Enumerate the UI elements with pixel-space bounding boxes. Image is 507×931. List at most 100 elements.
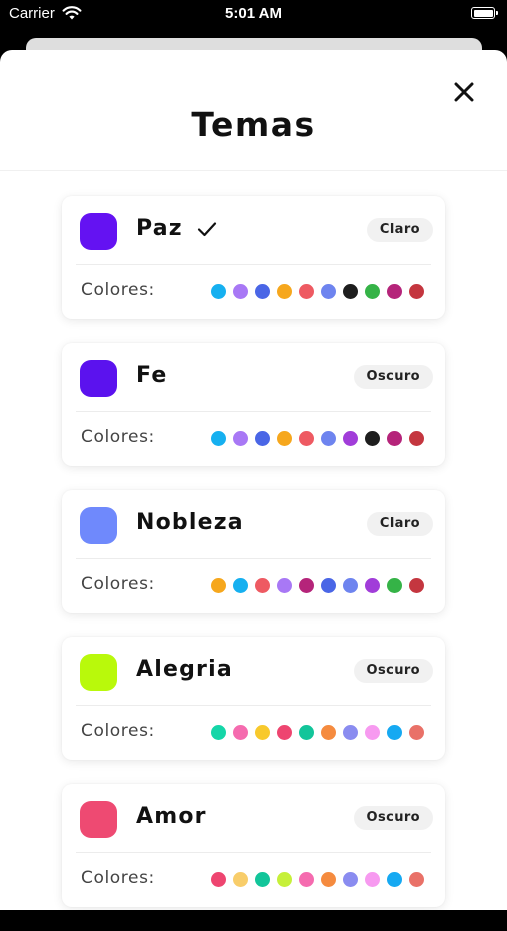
- close-button[interactable]: [448, 76, 480, 108]
- color-dot: [233, 725, 248, 740]
- mode-badge: Oscuro: [353, 659, 433, 683]
- theme-name: Nobleza: [136, 508, 244, 538]
- color-dots: [204, 725, 424, 740]
- color-dot: [277, 284, 292, 299]
- color-dots: [204, 872, 424, 887]
- color-dot: [211, 872, 226, 887]
- color-dot: [387, 872, 402, 887]
- color-dot: [299, 431, 314, 446]
- theme-card-paz[interactable]: Paz Claro Colores:: [62, 196, 445, 319]
- color-dot: [211, 431, 226, 446]
- color-dot: [409, 872, 424, 887]
- mode-badge: Oscuro: [353, 806, 433, 830]
- color-dot: [233, 872, 248, 887]
- color-dot: [255, 872, 270, 887]
- mode-badge: Oscuro: [353, 365, 433, 389]
- color-dot: [365, 725, 380, 740]
- colors-label: Colores:: [81, 280, 155, 300]
- color-dot: [343, 284, 358, 299]
- color-dot: [409, 578, 424, 593]
- theme-card-nobleza[interactable]: Nobleza Claro Colores:: [62, 490, 445, 613]
- card-divider: [76, 852, 431, 853]
- color-dots: [204, 284, 424, 299]
- theme-swatch: [80, 360, 117, 397]
- theme-swatch: [80, 507, 117, 544]
- color-dot: [409, 725, 424, 740]
- theme-name-label: Alegria: [136, 657, 233, 682]
- color-dot: [321, 431, 336, 446]
- color-dot: [387, 578, 402, 593]
- card-divider: [76, 705, 431, 706]
- checkmark-icon: [197, 222, 216, 237]
- theme-name-label: Nobleza: [136, 510, 244, 535]
- card-divider: [76, 558, 431, 559]
- color-dot: [321, 284, 336, 299]
- themes-modal: Temas Paz Claro Colores: Fe Oscuro Color…: [0, 50, 507, 910]
- color-dot: [211, 578, 226, 593]
- color-dot: [321, 872, 336, 887]
- page-title: Temas: [191, 105, 316, 144]
- color-dot: [299, 872, 314, 887]
- color-dot: [299, 284, 314, 299]
- color-dot: [409, 284, 424, 299]
- color-dot: [277, 431, 292, 446]
- color-dot: [233, 578, 248, 593]
- theme-name: Fe: [136, 361, 167, 391]
- theme-name-label: Paz: [136, 216, 183, 241]
- theme-name-label: Amor: [136, 804, 207, 829]
- theme-name: Paz: [136, 214, 217, 244]
- theme-list: Paz Claro Colores: Fe Oscuro Colores: No…: [62, 196, 445, 931]
- color-dot: [365, 431, 380, 446]
- header-divider: [0, 170, 507, 171]
- close-icon: [454, 82, 474, 102]
- color-dot: [365, 578, 380, 593]
- theme-name: Alegria: [136, 655, 233, 685]
- battery-icon: [471, 7, 498, 19]
- colors-label: Colores:: [81, 427, 155, 447]
- theme-name-label: Fe: [136, 363, 168, 388]
- color-dot: [387, 725, 402, 740]
- color-dot: [277, 872, 292, 887]
- theme-swatch: [80, 801, 117, 838]
- color-dot: [277, 578, 292, 593]
- color-dot: [211, 284, 226, 299]
- color-dot: [387, 284, 402, 299]
- color-dot: [409, 431, 424, 446]
- color-dot: [299, 578, 314, 593]
- theme-name: Amor: [136, 802, 207, 832]
- theme-swatch: [80, 213, 117, 250]
- theme-card-amor[interactable]: Amor Oscuro Colores:: [62, 784, 445, 907]
- color-dot: [277, 725, 292, 740]
- color-dot: [365, 284, 380, 299]
- color-dot: [255, 725, 270, 740]
- color-dot: [233, 284, 248, 299]
- card-divider: [76, 264, 431, 265]
- color-dots: [204, 578, 424, 593]
- color-dot: [233, 431, 248, 446]
- color-dot: [343, 872, 358, 887]
- mode-badge: Claro: [366, 218, 433, 242]
- color-dot: [211, 725, 226, 740]
- theme-swatch: [80, 654, 117, 691]
- theme-card-fe[interactable]: Fe Oscuro Colores:: [62, 343, 445, 466]
- color-dot: [321, 725, 336, 740]
- color-dots: [204, 431, 424, 446]
- color-dot: [365, 872, 380, 887]
- theme-card-alegria[interactable]: Alegria Oscuro Colores:: [62, 637, 445, 760]
- mode-badge: Claro: [366, 512, 433, 536]
- color-dot: [387, 431, 402, 446]
- color-dot: [343, 578, 358, 593]
- status-bar: Carrier 5:01 AM: [0, 0, 507, 32]
- clock: 5:01 AM: [225, 5, 282, 22]
- color-dot: [321, 578, 336, 593]
- colors-label: Colores:: [81, 868, 155, 888]
- color-dot: [343, 725, 358, 740]
- color-dot: [343, 431, 358, 446]
- colors-label: Colores:: [81, 721, 155, 741]
- card-divider: [76, 411, 431, 412]
- colors-label: Colores:: [81, 574, 155, 594]
- color-dot: [255, 578, 270, 593]
- color-dot: [255, 284, 270, 299]
- color-dot: [299, 725, 314, 740]
- color-dot: [255, 431, 270, 446]
